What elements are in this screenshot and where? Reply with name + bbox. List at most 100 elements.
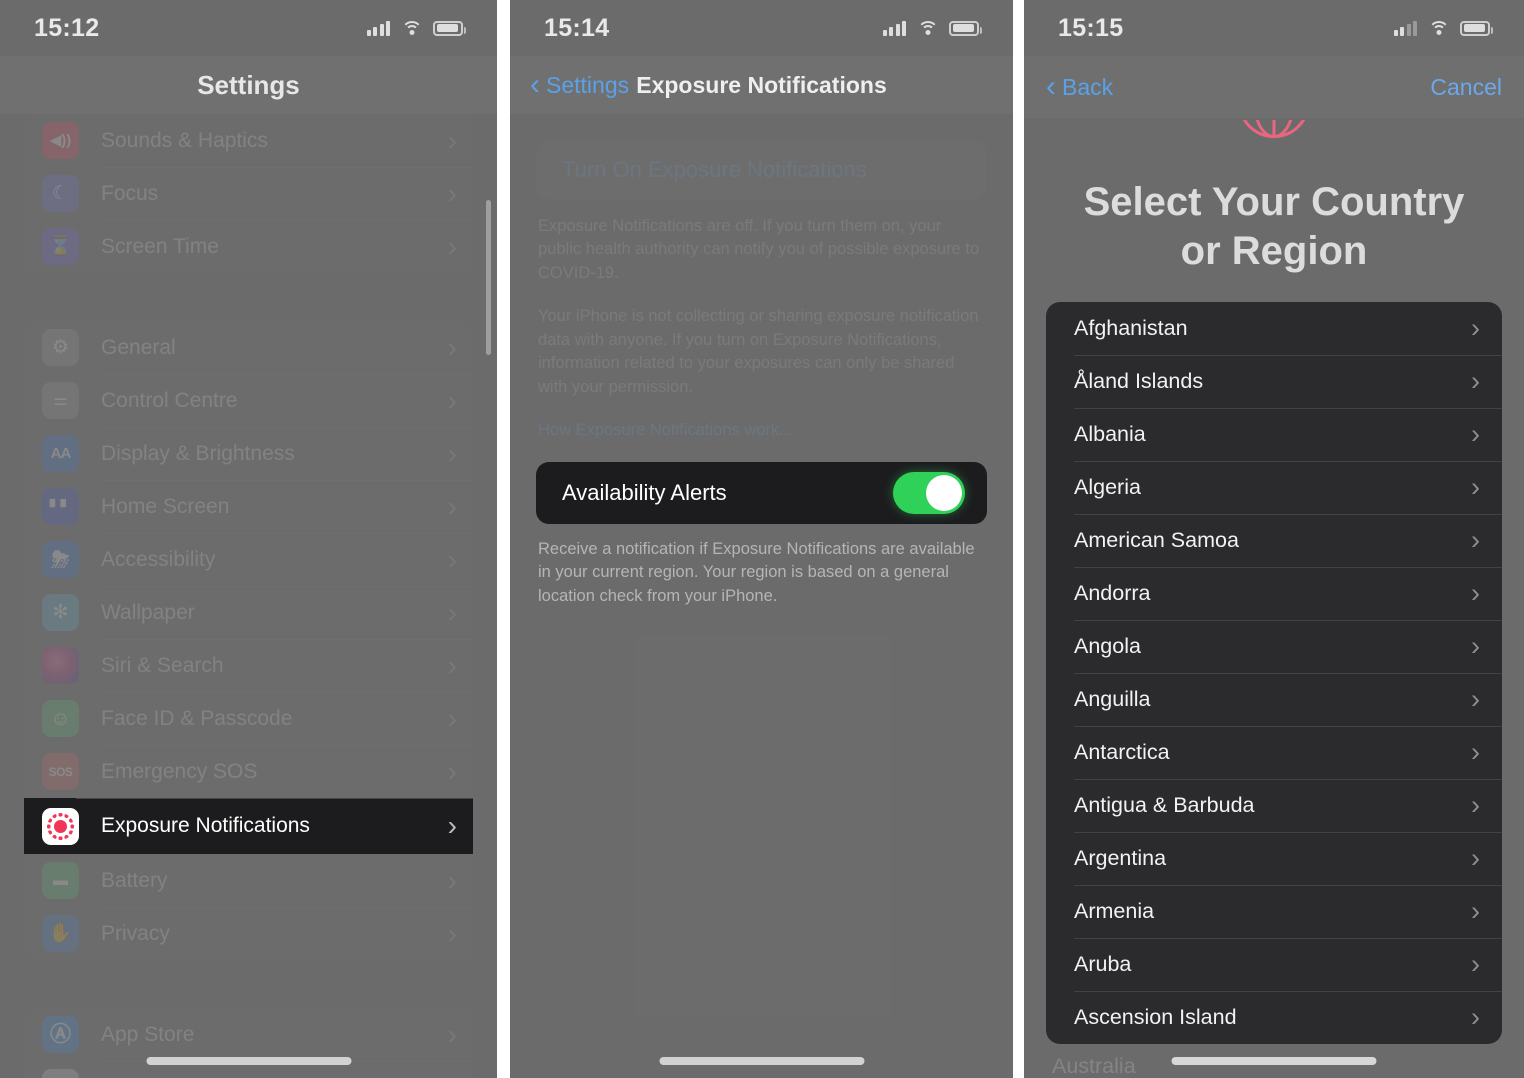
list-item[interactable]: Andorra (1046, 566, 1502, 620)
sidebar-item-siri-search[interactable]: Siri & Search (24, 639, 473, 692)
chevron-right-icon (448, 599, 457, 627)
list-item[interactable]: Ascension Island (1046, 990, 1502, 1044)
list-item[interactable]: Aruba (1046, 937, 1502, 991)
country-list[interactable]: Afghanistan Åland Islands Albania Algeri… (1046, 301, 1502, 1044)
sidebar-item-label: Home Screen (101, 494, 230, 518)
sidebar-item-display-brightness[interactable]: AA Display & Brightness (24, 427, 473, 480)
country-name: American Samoa (1074, 527, 1239, 552)
list-item[interactable]: American Samoa (1046, 513, 1502, 567)
flower-icon: ✻ (42, 594, 79, 631)
chevron-right-icon (1471, 898, 1480, 925)
chevron-right-icon (448, 493, 457, 521)
chevron-right-icon (448, 652, 457, 680)
battery-icon (1460, 20, 1493, 36)
list-item[interactable]: Antigua & Barbuda (1046, 778, 1502, 832)
sidebar-item-sounds-haptics[interactable]: ◀)) Sounds & Haptics (24, 114, 473, 167)
settings-nav-bar: Settings (0, 56, 497, 114)
list-item[interactable]: Antarctica (1046, 725, 1502, 779)
sidebar-item-battery[interactable]: ▬ Battery (24, 854, 473, 907)
availability-alerts-toggle[interactable] (893, 471, 965, 514)
sidebar-item-emergency-sos[interactable]: SOS Emergency SOS (24, 745, 473, 798)
country-name: Armenia (1074, 898, 1155, 923)
country-name: Andorra (1074, 580, 1151, 605)
availability-alerts-label: Availability Alerts (562, 479, 727, 505)
sidebar-item-focus[interactable]: ☾ Focus (24, 167, 473, 220)
sidebar-item-exposure-notifications[interactable]: Exposure Notifications (24, 798, 473, 854)
chevron-right-icon (1471, 1004, 1480, 1031)
list-item[interactable]: Åland Islands (1046, 354, 1502, 408)
chevron-right-icon (1471, 686, 1480, 713)
chevron-right-icon (1471, 633, 1480, 660)
chevron-right-icon (1471, 951, 1480, 978)
sidebar-item-screen-time[interactable]: ⌛ Screen Time (24, 220, 473, 273)
list-item[interactable]: Angola (1046, 619, 1502, 673)
status-bar: 15:14 (510, 0, 1013, 56)
list-item[interactable]: Afghanistan (1046, 302, 1502, 355)
sidebar-item-home-screen[interactable]: ▘▘ Home Screen (24, 480, 473, 533)
app-grid-icon: ▘▘ (42, 488, 79, 525)
chevron-right-icon (1471, 315, 1480, 342)
vertical-scrollbar[interactable] (486, 200, 491, 355)
page-title-line-1: Select Your Country (1083, 180, 1465, 224)
how-exposure-notifications-work-link[interactable]: How Exposure Notifications work... (538, 421, 985, 440)
exposure-footnote-2: Your iPhone is not collecting or sharing… (538, 307, 979, 396)
page-title-line-2: or Region (1180, 228, 1368, 273)
country-name: Albania (1074, 421, 1146, 446)
settings-group-3: Ⓐ App Store Wallet (24, 1008, 473, 1078)
availability-alerts-row[interactable]: Availability Alerts (536, 461, 987, 524)
list-item[interactable]: Algeria (1046, 460, 1502, 514)
cancel-button[interactable]: Cancel (1430, 74, 1502, 101)
status-icons (882, 20, 982, 36)
hand-icon: ✋ (42, 915, 79, 952)
app-store-icon: Ⓐ (42, 1016, 79, 1053)
exposure-notifications-icon (42, 807, 79, 845)
siri-orb-icon (42, 647, 79, 684)
chevron-right-icon (1471, 739, 1480, 766)
chevron-right-icon (448, 546, 457, 574)
sidebar-item-privacy[interactable]: ✋ Privacy (24, 907, 473, 960)
country-name: Anguilla (1074, 686, 1151, 711)
list-item[interactable]: Armenia (1046, 884, 1502, 938)
chevron-right-icon (448, 1021, 457, 1049)
phone-panel-exposure-notifications: 15:14 ‹ Settings Exposure Notifications … (510, 0, 1013, 1078)
wifi-icon (917, 20, 938, 36)
back-button-label: Back (1062, 73, 1114, 100)
cellular-bars-icon (1393, 20, 1417, 36)
hourglass-icon: ⌛ (42, 228, 79, 265)
sidebar-item-label: Privacy (101, 921, 170, 945)
turn-on-exposure-notifications-button[interactable]: Turn On Exposure Notifications (536, 141, 987, 199)
list-item[interactable]: Argentina (1046, 831, 1502, 885)
country-name: Ascension Island (1074, 1004, 1237, 1029)
chevron-right-icon (448, 233, 457, 261)
chevron-right-icon (448, 127, 457, 155)
sidebar-item-label: App Store (101, 1022, 195, 1046)
back-button[interactable]: ‹ Settings (530, 70, 629, 100)
sidebar-item-control-centre[interactable]: ⚌ Control Centre (24, 374, 473, 427)
country-name: Argentina (1074, 845, 1167, 870)
chevron-right-icon (448, 1074, 457, 1078)
page-title: Select Your Country or Region (1064, 178, 1484, 276)
list-item[interactable]: Albania (1046, 407, 1502, 461)
chevron-right-icon (448, 180, 457, 208)
sidebar-item-wallpaper[interactable]: ✻ Wallpaper (24, 586, 473, 639)
battery-green-icon: ▬ (42, 862, 79, 899)
status-clock: 15:15 (1058, 13, 1124, 42)
sidebar-item-label: Battery (101, 868, 168, 892)
settings-list[interactable]: ◀)) Sounds & Haptics ☾ Focus ⌛ Screen Ti… (0, 114, 497, 1078)
battery-icon (949, 20, 982, 36)
chevron-right-icon (1471, 474, 1480, 501)
sidebar-item-accessibility[interactable]: ⛈ Accessibility (24, 533, 473, 586)
sidebar-item-general[interactable]: ⚙ General (24, 321, 473, 374)
status-bar: 15:15 (1024, 0, 1524, 56)
chevron-right-icon (448, 758, 457, 786)
sidebar-item-label: General (101, 335, 176, 359)
sidebar-item-app-store[interactable]: Ⓐ App Store (24, 1008, 473, 1061)
sidebar-item-label: Display & Brightness (101, 441, 295, 465)
chevron-right-icon (1471, 792, 1480, 819)
sidebar-item-label: Control Centre (101, 388, 238, 412)
wifi-icon (1428, 20, 1449, 36)
wallet-icon (42, 1069, 79, 1078)
back-button[interactable]: ‹ Back (1046, 72, 1114, 102)
sidebar-item-face-id-passcode[interactable]: ☺ Face ID & Passcode (24, 692, 473, 745)
list-item[interactable]: Anguilla (1046, 672, 1502, 726)
